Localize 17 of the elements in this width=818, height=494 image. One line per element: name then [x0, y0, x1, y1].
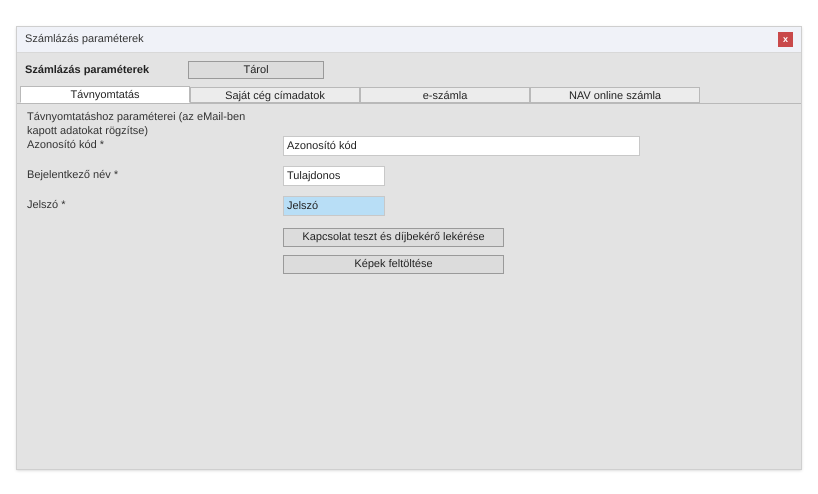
input-field[interactable]: Azonosító kód: [283, 136, 640, 156]
field-label: Azonosító kód *: [27, 138, 106, 153]
window-title: Számlázás paraméterek: [25, 32, 144, 48]
intro-text: Távnyomtatáshoz paraméterei (az eMail-ben kapott adatokat rögzítse): [27, 110, 246, 138]
save-button[interactable]: Tárol: [188, 61, 324, 79]
input-field[interactable]: Tulajdonos: [283, 166, 385, 186]
tab[interactable]: Saját cég címadatok: [190, 87, 360, 103]
field-label: Jelszó *: [27, 198, 67, 213]
close-button[interactable]: x: [778, 32, 793, 47]
action-button[interactable]: Kapcsolat teszt és díjbekérő lekérése: [283, 228, 504, 247]
input-field[interactable]: Jelszó: [283, 196, 385, 216]
section-title: Számlázás paraméterek: [25, 62, 150, 78]
tab[interactable]: NAV online számla: [530, 87, 700, 103]
field-label: Bejelentkező név *: [27, 168, 120, 183]
tab[interactable]: e-számla: [360, 87, 530, 103]
tab[interactable]: Távnyomtatás: [20, 86, 190, 103]
action-button[interactable]: Képek feltöltése: [283, 255, 504, 274]
